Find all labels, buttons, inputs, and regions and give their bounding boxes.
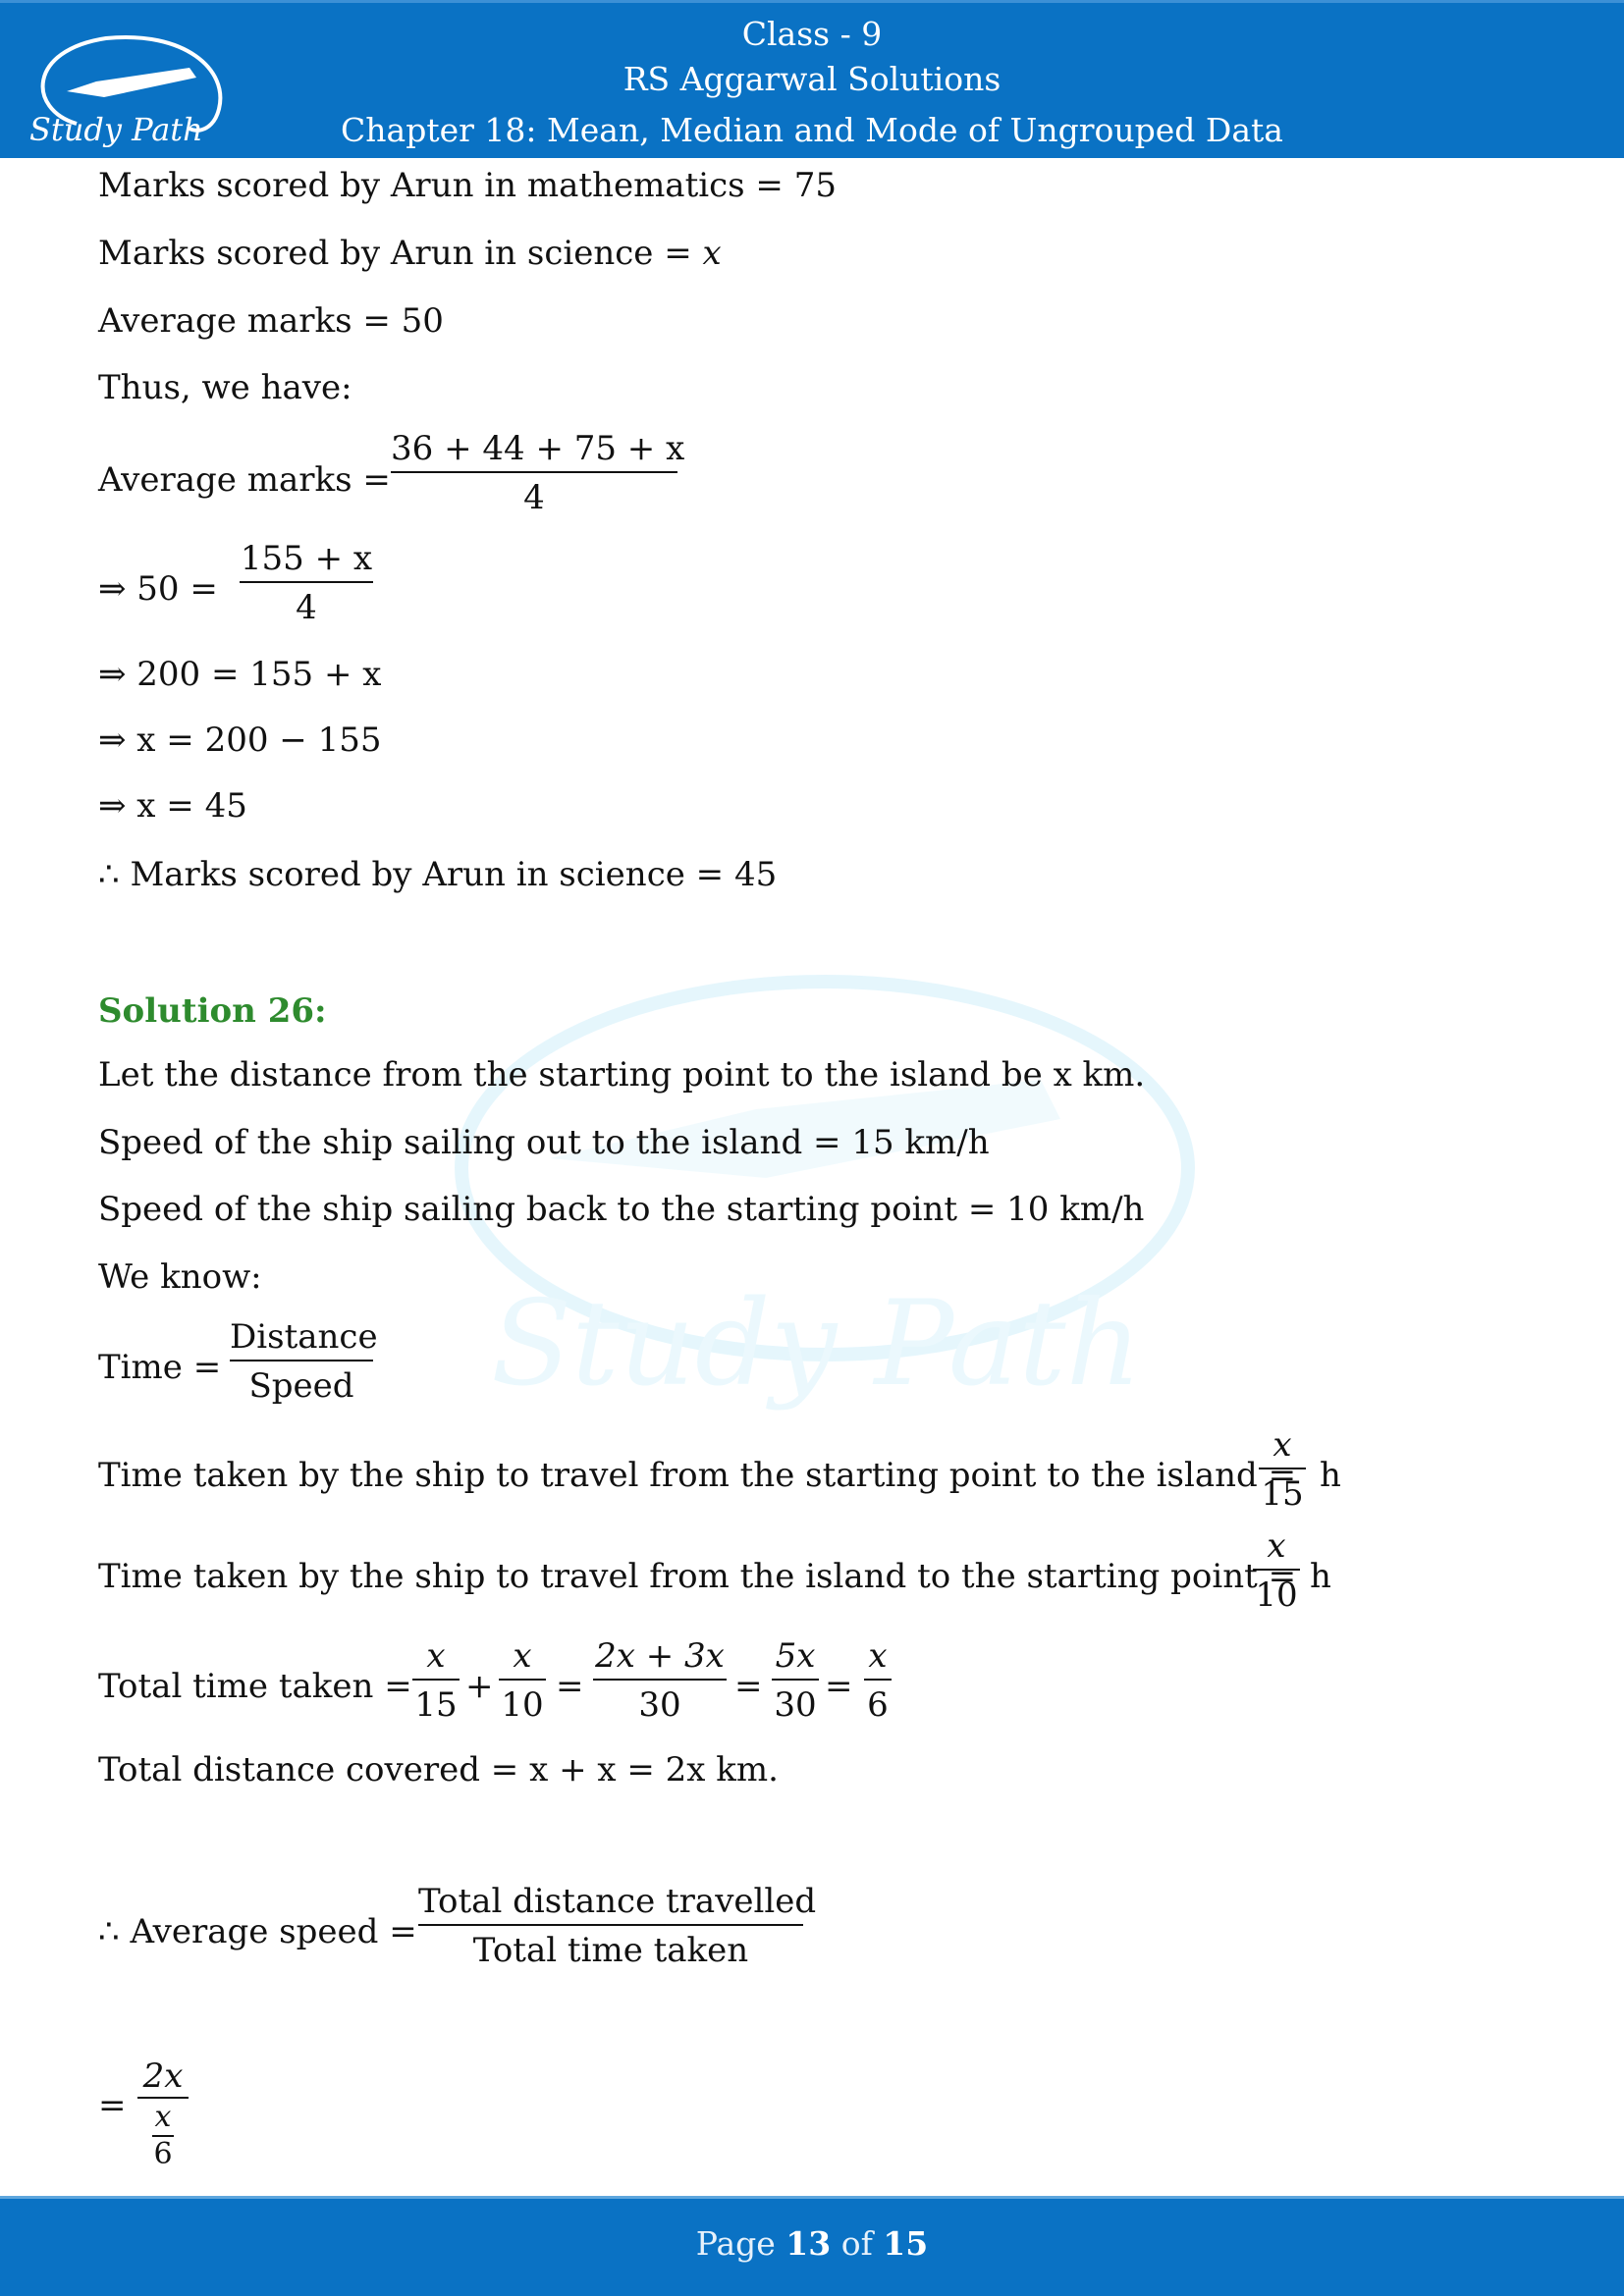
- text-line: Marks scored by Arun in mathematics = 75: [98, 166, 837, 205]
- equation-step: ⇒ 200 = 155 + x: [98, 655, 382, 694]
- fraction: x 10: [1253, 1529, 1300, 1612]
- operator: =: [825, 1667, 853, 1706]
- book-title: RS Aggarwal Solutions: [623, 60, 1001, 98]
- equation-lhs: Time =: [98, 1348, 222, 1387]
- conclusion: ∴ Marks scored by Arun in science = 45: [98, 855, 778, 894]
- solution-heading: Solution 26:: [98, 991, 327, 1031]
- page-footer: Page 13 of 15: [0, 2196, 1624, 2296]
- total-pages: 15: [883, 2224, 929, 2263]
- text-line: Thus, we have:: [98, 368, 352, 407]
- operator: =: [98, 2086, 127, 2125]
- unit: h: [1320, 1456, 1341, 1495]
- equation-lhs: ⇒ 50 =: [98, 569, 218, 609]
- fraction: Total distance travelled Total time taken: [418, 1882, 817, 1970]
- svg-text:Study Path: Study Path: [491, 1276, 1142, 1413]
- equation-lhs: Average marks =: [98, 460, 391, 500]
- equation-step: ⇒ x = 45: [98, 786, 247, 826]
- page-header: Study Path Class - 9 RS Aggarwal Solutio…: [0, 0, 1624, 158]
- unit: h: [1310, 1557, 1331, 1596]
- fraction: Distance Speed: [230, 1317, 378, 1406]
- operator: =: [556, 1667, 584, 1706]
- equation-lhs: ∴ Average speed =: [98, 1912, 417, 1951]
- operator: +: [465, 1667, 494, 1706]
- class-label: Class - 9: [741, 15, 883, 53]
- fraction: x 10: [499, 1639, 546, 1722]
- fraction: x6: [864, 1639, 892, 1722]
- fraction: 2x + 3x 30: [593, 1639, 727, 1722]
- text-line: We know:: [98, 1257, 262, 1297]
- operator: =: [734, 1667, 763, 1706]
- text-line: Time taken by the ship to travel from th…: [98, 1456, 1297, 1495]
- fraction: 36 + 44 + 75 + x4: [391, 429, 685, 517]
- text-line: Time taken by the ship to travel from th…: [98, 1557, 1297, 1596]
- fraction: 155 + x4: [240, 539, 373, 627]
- text-line: Speed of the ship sailing out to the isl…: [98, 1123, 990, 1162]
- text-line: Let the distance from the starting point…: [98, 1055, 1146, 1095]
- fraction: x 15: [412, 1639, 460, 1722]
- page-indicator: Page 13 of 15: [695, 2224, 929, 2263]
- text-line: Speed of the ship sailing back to the st…: [98, 1190, 1145, 1229]
- fraction: 5x 30: [772, 1639, 819, 1722]
- text-line: Average marks = 50: [98, 301, 444, 341]
- equation-lhs: Total time taken =: [98, 1667, 412, 1706]
- fraction: x 15: [1259, 1428, 1306, 1511]
- equation-step: ⇒ x = 200 − 155: [98, 721, 382, 760]
- compound-fraction: 2x x 6: [137, 2059, 189, 2169]
- current-page: 13: [785, 2224, 832, 2263]
- text-line: Marks scored by Arun in science = x: [98, 234, 722, 273]
- text-line: Total distance covered = x + x = 2x km.: [98, 1750, 779, 1789]
- chapter-title: Chapter 18: Mean, Median and Mode of Ung…: [341, 111, 1283, 149]
